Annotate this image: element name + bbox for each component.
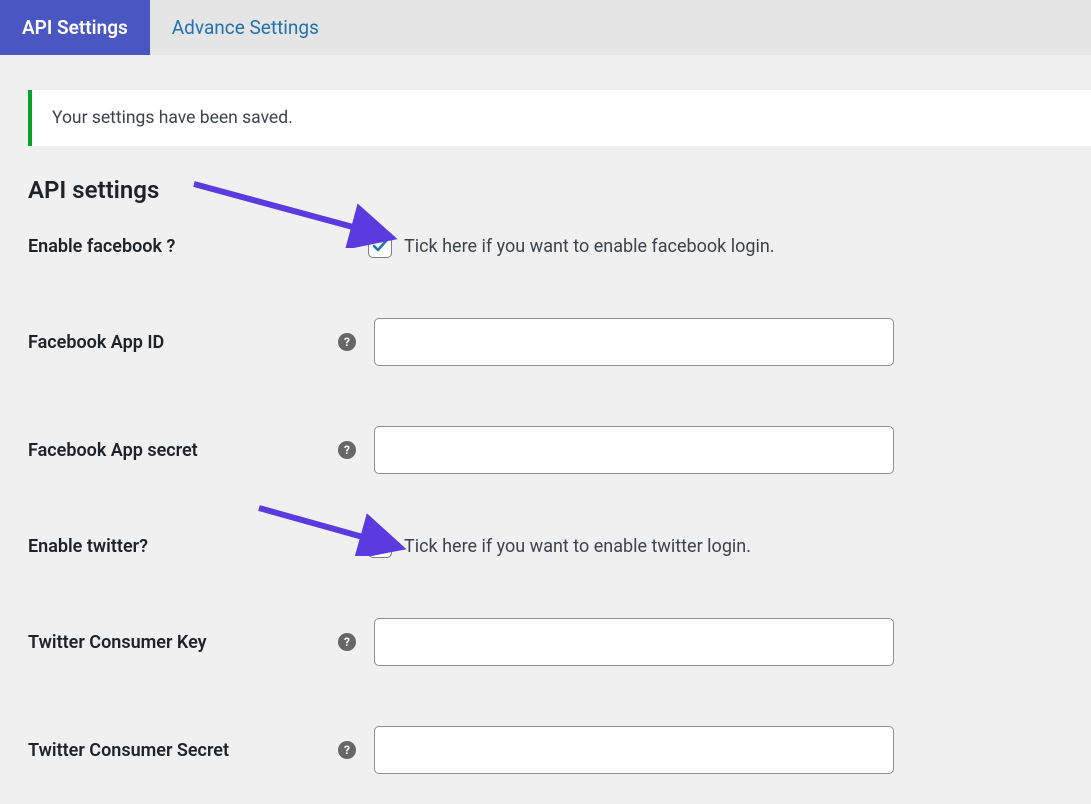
tab-api-settings[interactable]: API Settings (0, 0, 150, 55)
label-twitter-consumer-key: Twitter Consumer Key (28, 632, 338, 653)
notice-saved: Your settings have been saved. (28, 90, 1091, 146)
section-title: API settings (28, 176, 1091, 204)
check-icon (372, 238, 388, 254)
desc-enable-facebook: Tick here if you want to enable facebook… (404, 236, 775, 257)
checkbox-enable-twitter[interactable] (368, 534, 392, 558)
row-twitter-consumer-secret: Twitter Consumer Secret ? (28, 696, 1091, 804)
row-enable-twitter: Enable twitter? Tick here if you want to… (28, 504, 1091, 588)
row-enable-facebook: Enable facebook ? Tick here if you want … (28, 204, 1091, 288)
input-facebook-app-secret[interactable] (374, 426, 894, 474)
input-facebook-app-id[interactable] (374, 318, 894, 366)
help-icon[interactable]: ? (338, 333, 356, 351)
row-facebook-app-id: Facebook App ID ? (28, 288, 1091, 396)
input-twitter-consumer-key[interactable] (374, 618, 894, 666)
checkbox-enable-facebook[interactable] (368, 234, 392, 258)
row-twitter-consumer-key: Twitter Consumer Key ? (28, 588, 1091, 696)
label-facebook-app-secret: Facebook App secret (28, 440, 338, 461)
check-icon (372, 538, 388, 554)
input-twitter-consumer-secret[interactable] (374, 726, 894, 774)
label-twitter-consumer-secret: Twitter Consumer Secret (28, 740, 338, 761)
help-icon[interactable]: ? (338, 633, 356, 651)
tab-advance-settings[interactable]: Advance Settings (150, 0, 341, 55)
tabs-bar: API Settings Advance Settings (0, 0, 1091, 55)
row-facebook-app-secret: Facebook App secret ? (28, 396, 1091, 504)
label-enable-facebook: Enable facebook ? (28, 236, 338, 257)
label-enable-twitter: Enable twitter? (28, 536, 338, 557)
label-facebook-app-id: Facebook App ID (28, 332, 338, 353)
desc-enable-twitter: Tick here if you want to enable twitter … (404, 536, 751, 557)
settings-form: Enable facebook ? Tick here if you want … (28, 204, 1091, 804)
help-icon[interactable]: ? (338, 741, 356, 759)
help-icon[interactable]: ? (338, 441, 356, 459)
